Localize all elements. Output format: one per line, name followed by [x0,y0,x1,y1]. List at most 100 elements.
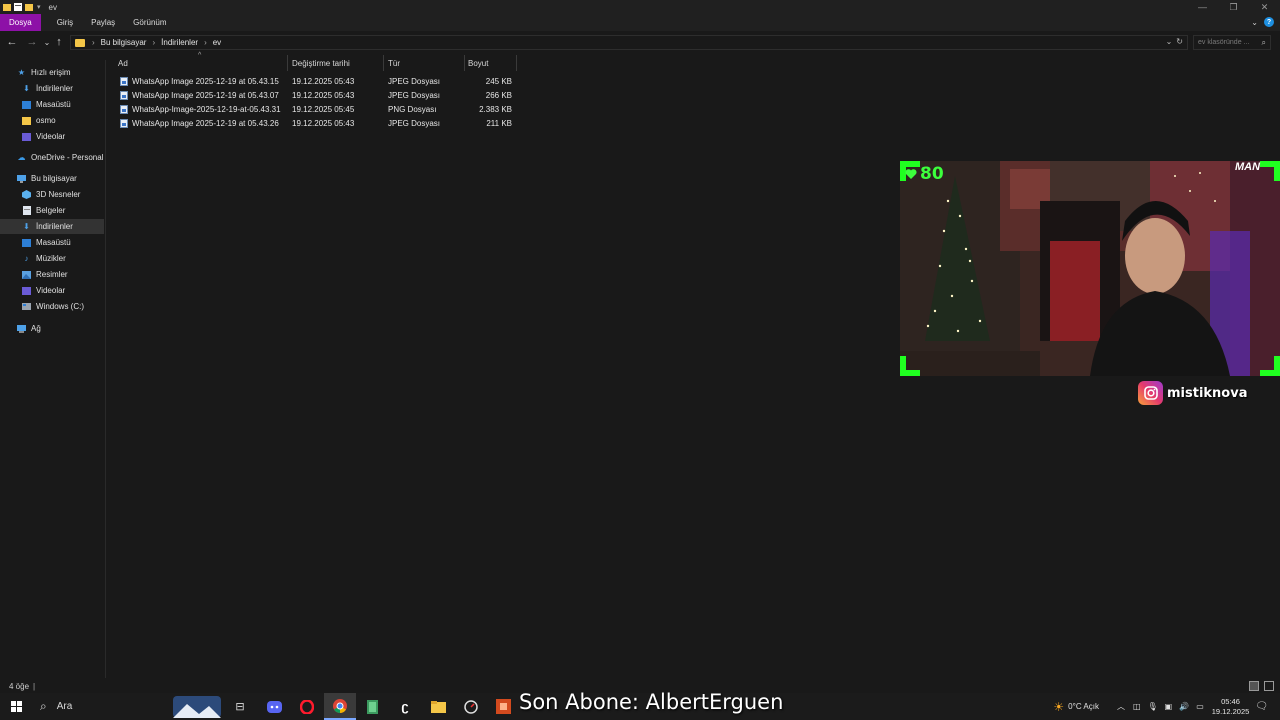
address-bar[interactable]: › Bu bilgisayar › İndirilenler › ev ⌄ ↻ [70,35,1188,50]
task-view-button[interactable]: ⊟ [228,693,252,720]
chevron-right-icon: › [152,38,156,47]
sidebar-item-documents[interactable]: Belgeler [0,203,104,218]
new-folder-icon[interactable] [25,3,33,11]
expand-ribbon-icon[interactable]: ⌄ [1251,18,1258,27]
sidebar-item-desktop-pc[interactable]: Masaüstü [0,235,104,250]
file-name: WhatsApp Image 2025-12-19 at 05.43.07 [132,91,279,100]
file-row[interactable]: WhatsApp Image 2025-12-19 at 05.43.15 19… [112,75,522,89]
file-size: 266 KB [485,91,512,100]
sidebar-item-label: Videolar [36,132,66,141]
sidebar-item-label: İndirilenler [36,84,73,93]
tray-app-icon[interactable]: ◫ [1133,702,1141,711]
bookmark-app[interactable] [360,693,384,720]
chevron-right-icon: › [92,38,95,47]
image-file-icon [120,119,128,128]
chrome-icon [333,698,347,713]
sidebar-item-music[interactable]: ♪ Müzikler [0,251,104,266]
system-tray: ☀ 0°C Açık ︿ ◫ 🎙 ▣ 🔊 ▭ 05:46 19.12.2025 … [1053,693,1280,720]
app-square-icon [495,699,511,714]
restore-button[interactable]: ❐ [1218,0,1249,14]
column-header-type[interactable]: Tür [388,55,400,71]
details-view-button[interactable] [1249,681,1259,691]
sidebar-item-videos[interactable]: Videolar [0,129,104,144]
ribbon-tabs: Dosya Giriş Paylaş Görünüm ⌄ ? [0,14,1280,31]
taskbar-search[interactable]: ⌕ Ara [32,693,182,720]
sidebar-item-desktop[interactable]: Masaüstü [0,97,104,112]
sidebar-item-onedrive[interactable]: ☁ OneDrive - Personal [0,150,104,165]
computer-icon [17,174,26,183]
sidebar-item-this-pc[interactable]: Bu bilgisayar [0,171,104,186]
column-divider[interactable] [287,55,288,71]
column-divider[interactable] [383,55,384,71]
breadcrumb-downloads[interactable]: İndirilenler [158,38,201,47]
breadcrumb-this-pc[interactable]: Bu bilgisayar [98,38,150,47]
clock[interactable]: 05:46 19.12.2025 [1212,697,1250,717]
sidebar-item-videos-pc[interactable]: Videolar [0,283,104,298]
gauge-icon [464,699,478,714]
show-hidden-icons-icon[interactable]: ︿ [1117,701,1125,712]
recent-locations-button[interactable]: ⌄ [42,32,52,52]
search-input[interactable]: ev klasöründe ... ⌕ [1193,35,1271,50]
network-icon[interactable]: ▭ [1196,702,1204,711]
search-highlight-image[interactable] [172,693,222,720]
microphone-icon[interactable]: 🎙 [1148,702,1158,711]
quick-access-dropdown-icon[interactable]: ▾ [37,3,41,11]
sidebar-item-drive-c[interactable]: Windows (C:) [0,299,104,314]
column-header-size[interactable]: Boyut [468,55,488,71]
column-header-date[interactable]: Değiştirme tarihi [292,55,350,71]
volume-icon[interactable]: 🔊 [1179,702,1189,711]
close-button[interactable]: ✕ [1249,0,1280,14]
sidebar-item-label: Ağ [31,324,41,333]
column-divider[interactable] [516,55,517,71]
refresh-icon[interactable]: ↻ [1176,37,1183,46]
tab-file[interactable]: Dosya [0,14,41,31]
sidebar-item-downloads-selected[interactable]: ⬇ İndirilenler [0,219,104,234]
instagram-icon [1138,381,1163,405]
opera-app[interactable] [295,693,319,720]
window-title: ev [48,2,57,12]
capcut-app[interactable]: ʗ [393,693,417,720]
item-count: 4 öğe [9,681,30,691]
tab-view[interactable]: Görünüm [124,14,175,31]
properties-icon[interactable] [14,3,22,11]
app-icon-circle[interactable] [459,693,483,720]
search-icon: ⌕ [1261,38,1266,47]
column-divider[interactable] [464,55,465,71]
file-row[interactable]: WhatsApp Image 2025-12-19 at 05.43.07 19… [112,89,522,103]
minimize-button[interactable]: — [1187,0,1218,14]
start-button[interactable] [4,693,28,720]
file-type: JPEG Dosyası [388,119,441,128]
back-button[interactable]: ← [2,32,22,52]
file-date: 19.12.2025 05:43 [292,119,355,128]
sidebar-item-osmo[interactable]: osmo [0,113,104,128]
sidebar-item-pictures[interactable]: Resimler [0,267,104,282]
help-icon[interactable]: ? [1264,17,1274,27]
display-icon[interactable]: ▣ [1165,702,1173,711]
file-row[interactable]: WhatsApp-Image-2025-12-19-at-05.43.31 19… [112,103,522,117]
sidebar-item-label: Windows (C:) [36,302,85,311]
discord-app[interactable] [262,693,286,720]
up-button[interactable]: ↑ [52,32,66,52]
video-folder-icon [22,132,31,141]
forward-button[interactable]: → [22,32,42,52]
notification-icon[interactable]: 🗨 [1255,701,1268,712]
sidebar-item-network[interactable]: Ağ [0,321,104,336]
app-icon-red[interactable] [491,693,515,720]
cloud-icon: ☁ [17,153,26,162]
file-name: WhatsApp Image 2025-12-19 at 05.43.26 [132,119,279,128]
sidebar-item-quick-access[interactable]: ★ Hızlı erişim [0,65,104,80]
chrome-app[interactable] [324,693,356,720]
large-icons-view-button[interactable] [1264,681,1274,691]
weather-icon: ☀ [1053,699,1065,714]
file-explorer-app[interactable] [426,693,450,720]
breadcrumb-ev[interactable]: ev [210,38,224,47]
sidebar-item-downloads[interactable]: ⬇ İndirilenler [0,81,104,96]
sidebar-item-3d-objects[interactable]: 3D Nesneler [0,187,104,202]
tab-share[interactable]: Paylaş [82,14,124,31]
weather-text[interactable]: 0°C Açık [1068,702,1099,711]
column-header-name[interactable]: Ad [118,55,128,71]
tab-home[interactable]: Giriş [48,14,82,31]
address-dropdown-icon[interactable]: ⌄ [1166,37,1173,46]
cube-icon [22,190,31,199]
file-row[interactable]: WhatsApp Image 2025-12-19 at 05.43.26 19… [112,117,522,131]
